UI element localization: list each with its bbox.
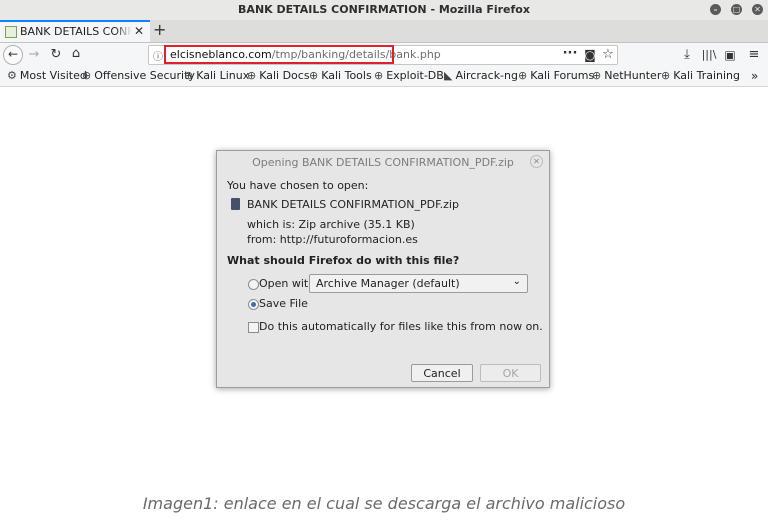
sidebar-icon[interactable]: ▣ <box>722 45 738 65</box>
bookmark-nethunter[interactable]: ⊕ NetHunter <box>592 69 661 82</box>
info-icon[interactable]: ⓘ <box>153 48 163 63</box>
tab-title: BANK DETAILS CONFIRMATION <box>20 25 132 38</box>
dialog-intro: You have chosen to open: <box>227 179 369 192</box>
reload-icon[interactable]: ↻ <box>48 45 64 65</box>
window-titlebar: BANK DETAILS CONFIRMATION - Mozilla Fire… <box>0 0 768 21</box>
menu-icon[interactable]: ≡ <box>746 45 762 65</box>
new-tab-button[interactable]: + <box>153 20 166 40</box>
zip-file-icon <box>231 198 240 210</box>
bookmark-kali-forums[interactable]: ⊕ Kali Forums <box>518 69 594 82</box>
gear-icon: ⚙ <box>7 69 17 82</box>
dialog-title: Opening BANK DETAILS CONFIRMATION_PDF.zi… <box>252 156 514 169</box>
bookmark-kali-training[interactable]: ⊕ Kali Training <box>661 69 740 82</box>
open-with-label[interactable]: Open with <box>259 277 315 290</box>
globe-icon: ⊕ <box>82 69 92 82</box>
globe-icon: ⊕ <box>247 69 257 82</box>
page-favicon-icon <box>5 26 17 38</box>
globe-icon: ⊕ <box>374 69 384 82</box>
ok-button[interactable]: OK <box>480 364 541 382</box>
tab-close-icon[interactable]: ✕ <box>134 24 144 38</box>
bookmark-kali-tools[interactable]: ⊕ Kali Tools <box>309 69 372 82</box>
download-icon[interactable]: ⤓ <box>679 45 695 65</box>
file-name: BANK DETAILS CONFIRMATION_PDF.zip <box>247 198 459 211</box>
back-button[interactable]: ← <box>3 45 23 65</box>
figure-caption: Imagen1: enlace en el cual se descarga e… <box>142 494 626 513</box>
globe-icon: ⊕ <box>592 69 602 82</box>
home-icon[interactable]: ⌂ <box>68 44 84 64</box>
dialog-question: What should Firefox do with this file? <box>227 254 460 267</box>
aircrack-icon: ◣ <box>444 69 453 82</box>
bookmark-kali-linux[interactable]: ⊕ Kali Linux <box>184 69 249 82</box>
globe-icon: ⊕ <box>518 69 528 82</box>
bookmark-offensive-security[interactable]: ⊕ Offensive Security <box>82 69 195 82</box>
forward-icon[interactable]: → <box>26 45 42 65</box>
bookmarks-overflow-icon[interactable]: » <box>751 69 758 83</box>
file-source: from: http://futuroformacion.es <box>247 233 418 246</box>
dialog-close-button[interactable]: ✕ <box>530 155 543 168</box>
window-title: BANK DETAILS CONFIRMATION - Mozilla Fire… <box>238 3 530 16</box>
url-highlight-box <box>164 45 394 64</box>
minimize-button[interactable]: – <box>710 4 721 15</box>
open-with-app: Archive Manager (default) <box>316 277 460 290</box>
bookmark-star-icon[interactable]: ☆ <box>600 45 616 65</box>
chevron-down-icon: ⌄ <box>512 276 521 287</box>
file-type: which is: Zip archive (35.1 KB) <box>247 218 415 231</box>
maximize-button[interactable]: □ <box>731 4 742 15</box>
open-with-select[interactable]: Archive Manager (default) ⌄ <box>309 274 528 293</box>
bookmarks-toolbar: ⚙ Most Visited ⊕ Offensive Security ⊕ Kali … <box>0 67 768 87</box>
library-icon[interactable]: |||\ <box>700 45 718 65</box>
bookmark-kali-docs[interactable]: ⊕ Kali Docs <box>247 69 310 82</box>
cancel-button[interactable]: Cancel <box>411 364 473 382</box>
globe-icon: ⊕ <box>309 69 319 82</box>
bookmark-most-visited[interactable]: ⚙ Most Visited <box>7 69 87 82</box>
bookmark-exploit-db[interactable]: ⊕ Exploit-DB <box>374 69 444 82</box>
auto-label[interactable]: Do this automatically for files like thi… <box>259 320 543 333</box>
back-icon: ← <box>7 47 19 61</box>
download-dialog: Opening BANK DETAILS CONFIRMATION_PDF.zi… <box>216 150 550 388</box>
tab-strip: BANK DETAILS CONFIRMATION ✕ + <box>0 20 768 43</box>
auto-checkbox[interactable] <box>248 322 259 333</box>
open-with-radio[interactable] <box>248 279 259 290</box>
page-actions-icon[interactable]: ··· <box>562 44 578 64</box>
close-window-button[interactable]: ✕ <box>752 4 763 15</box>
save-file-radio[interactable] <box>248 299 259 310</box>
pocket-icon[interactable]: ◙ <box>582 45 598 65</box>
save-file-label[interactable]: Save File <box>259 297 308 310</box>
bookmark-aircrack-ng[interactable]: ◣ Aircrack-ng <box>444 69 518 82</box>
globe-icon: ⊕ <box>661 69 671 82</box>
globe-icon: ⊕ <box>184 69 194 82</box>
tab-bank-details[interactable]: BANK DETAILS CONFIRMATION ✕ <box>0 20 150 42</box>
